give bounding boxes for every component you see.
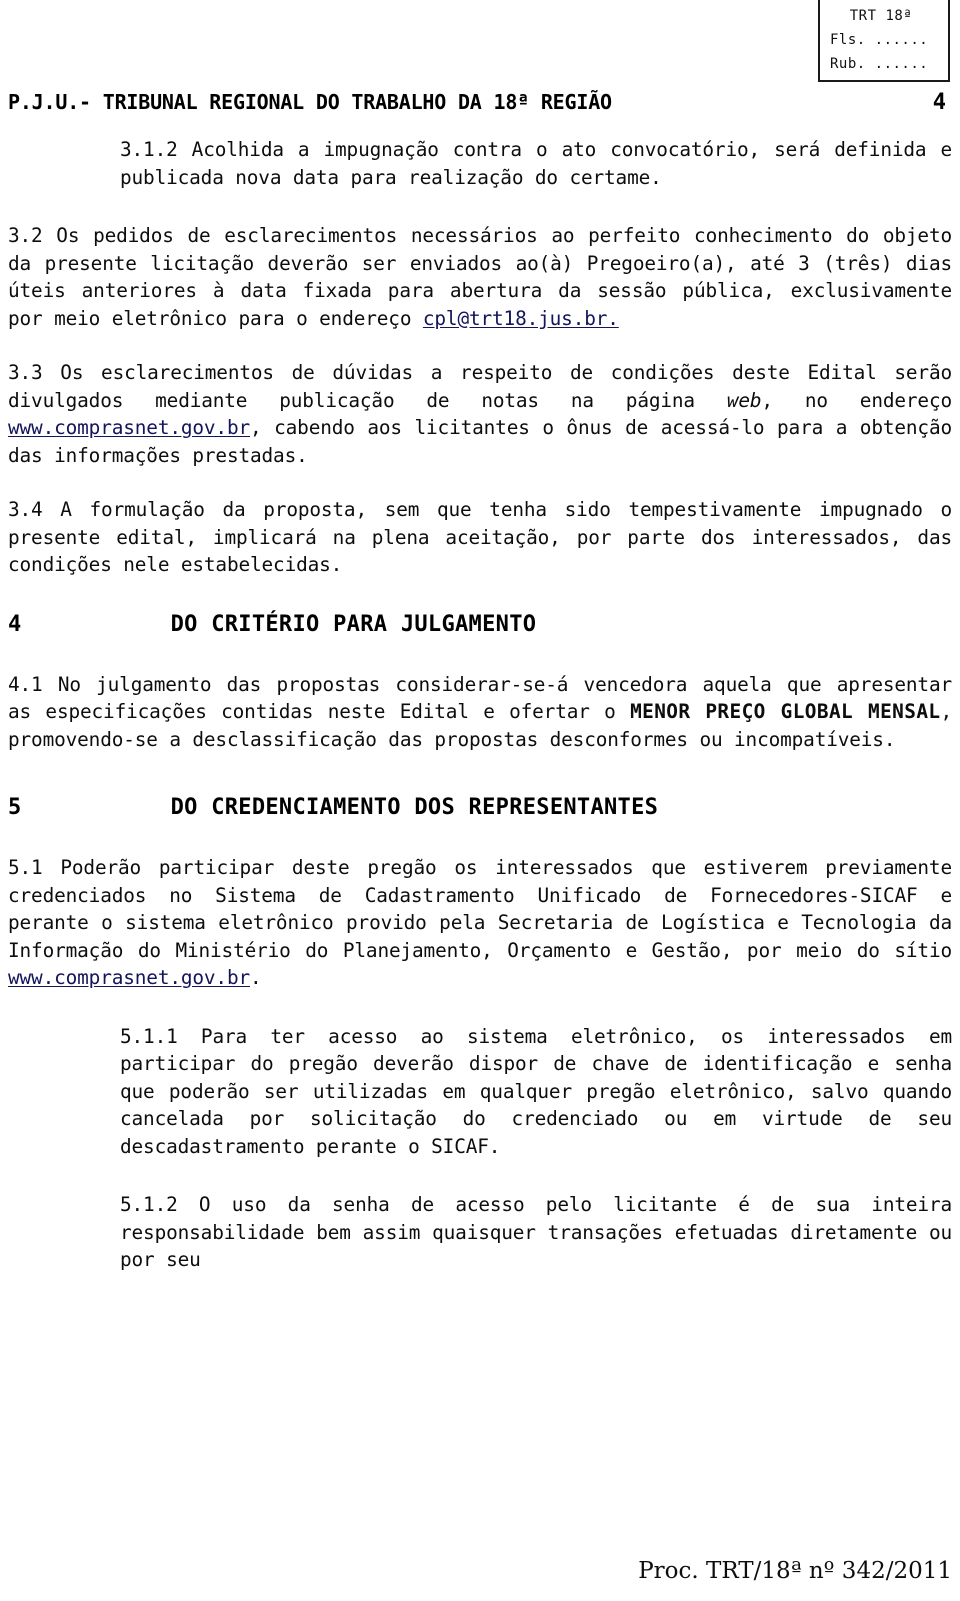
stamp-title: TRT 18ª — [849, 8, 913, 24]
paragraph-4-1: 4.1 No julgamento das propostas consider… — [8, 671, 952, 754]
paragraph-5-1-2: 5.1.2 O uso da senha de acesso pelo lici… — [120, 1193, 952, 1271]
stamp-rub-line: Rub. ...... — [830, 56, 929, 72]
paragraph-3-1-2: 3.1.2 Acolhida a impugnação contra o ato… — [120, 138, 952, 189]
paragraph-5-1-text-2: . — [250, 966, 262, 989]
section-4-title: DO CRITÉRIO PARA JULGAMENTO — [170, 611, 537, 637]
paragraph-3-4: 3.4 A formulação da proposta, sem que te… — [8, 498, 952, 576]
url-link-comprasnet-2[interactable]: www.comprasnet.gov.br — [8, 966, 250, 989]
email-link-cpl[interactable]: cpl@trt18.jus.br. — [423, 307, 619, 330]
paragraph-5-1: 5.1 Poderão participar deste pregão os i… — [8, 854, 952, 992]
stamp-fls-line: Fls. ...... — [830, 32, 929, 48]
footer-process-number: Proc. TRT/18ª nº 342/2011 — [638, 1558, 952, 1584]
page-number: 4 — [932, 90, 946, 115]
document-header: P.J.U.- TRIBUNAL REGIONAL DO TRABALHO DA… — [8, 90, 952, 115]
section-heading-4: 4 DO CRITÉRIO PARA JULGAMENTO — [8, 610, 952, 640]
section-heading-5: 5 DO CREDENCIAMENTO DOS REPRESENTANTES — [8, 793, 952, 823]
paragraph-5-1-1: 5.1.1 Para ter acesso ao sistema eletrôn… — [120, 1024, 952, 1158]
header-title: P.J.U.- TRIBUNAL REGIONAL DO TRABALHO DA… — [8, 90, 612, 114]
paragraph-3-3-italic-web: web — [726, 388, 762, 412]
paragraph-3-3-text-2: , no endereço — [761, 388, 952, 412]
paragraph-3-2: 3.2 Os pedidos de esclarecimentos necess… — [8, 222, 952, 332]
document-body: 3.1.2 Acolhida a impugnação contra o ato… — [8, 136, 952, 1274]
section-5-number: 5 — [8, 795, 22, 820]
court-stamp-box: TRT 18ª Fls. ...... Rub. ...... — [818, 0, 950, 82]
document-footer: Proc. TRT/18ª nº 342/2011 — [0, 1558, 958, 1584]
paragraph-5-1-text-1: 5.1 Poderão participar deste pregão os i… — [8, 856, 952, 962]
section-5-title: DO CREDENCIAMENTO DOS REPRESENTANTES — [170, 795, 659, 820]
section-4-number: 4 — [8, 611, 22, 637]
paragraph-3-3: 3.3 Os esclarecimentos de dúvidas a resp… — [8, 359, 952, 469]
url-link-comprasnet-1[interactable]: www.comprasnet.gov.br — [8, 416, 250, 439]
paragraph-4-1-bold-criterion: MENOR PREÇO GLOBAL MENSAL — [630, 700, 941, 723]
document-page: TRT 18ª Fls. ...... Rub. ...... P.J.U.- … — [0, 0, 960, 1601]
